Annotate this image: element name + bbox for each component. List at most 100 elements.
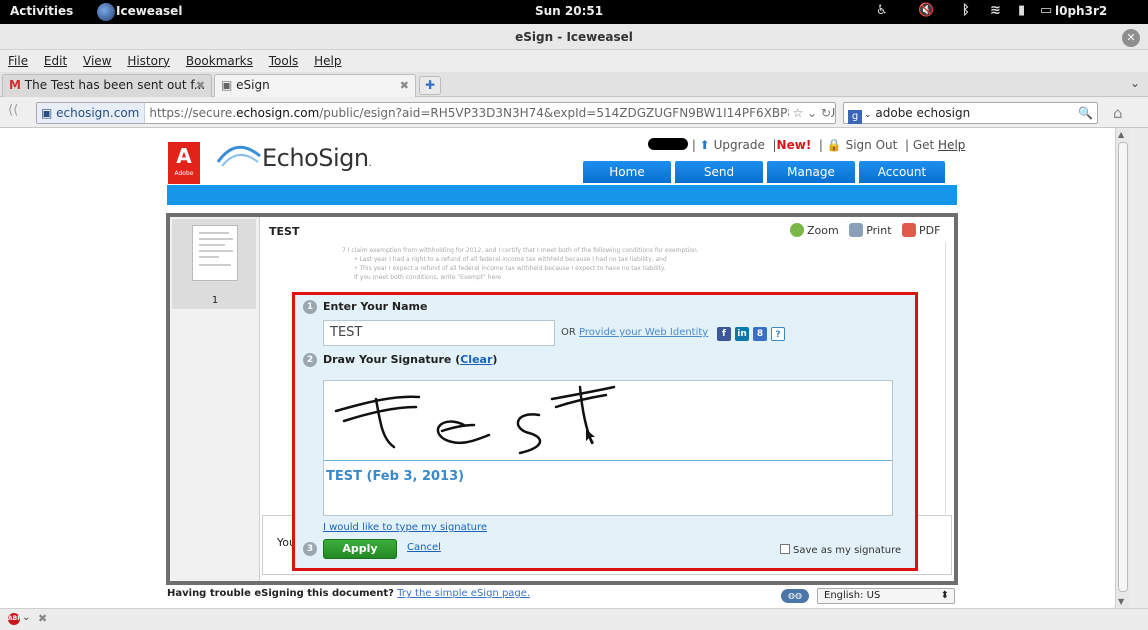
signature-canvas[interactable]: TEST (Feb 3, 2013) xyxy=(323,380,893,516)
search-bar[interactable]: g ⌄ adobe echosign 🔍 xyxy=(843,102,1098,124)
step-2-icon: 2 xyxy=(303,353,317,367)
page-content: A Adobe EchoSign. | ⬆ Upgrade |New! | 🔒 … xyxy=(0,128,1115,608)
menu-edit[interactable]: Edit xyxy=(44,50,67,72)
zoom-icon[interactable] xyxy=(790,223,804,237)
app-menu[interactable]: Iceweasel xyxy=(116,4,182,18)
simple-esign-link[interactable]: Try the simple eSign page. xyxy=(397,588,530,599)
page-scrollbar[interactable]: ▲ ▼ xyxy=(1115,128,1130,608)
web-identity-link[interactable]: Provide your Web Identity xyxy=(579,327,708,338)
accessibility-icon[interactable]: ♿ xyxy=(876,3,888,18)
tab-bar: M The Test has been sent out f... ✖ ▣ eS… xyxy=(0,72,1148,97)
menu-bookmarks[interactable]: Bookmarks xyxy=(186,50,253,72)
activities-button[interactable]: Activities xyxy=(10,4,73,18)
menu-tools[interactable]: Tools xyxy=(269,50,299,72)
lock-icon: 🔒 xyxy=(826,138,842,152)
document-scrollbar[interactable] xyxy=(945,242,955,514)
menu-view[interactable]: View xyxy=(83,50,111,72)
document-text: • This year I expect a refund of all fed… xyxy=(354,265,666,272)
close-addon-bar-icon[interactable]: ✖ xyxy=(38,612,47,625)
search-engine-chevron-icon[interactable]: ⌄ xyxy=(864,110,872,120)
get-help-link[interactable]: Help xyxy=(938,138,965,152)
sign-out-link[interactable]: Sign Out xyxy=(846,138,898,152)
document-title: TEST xyxy=(269,225,300,238)
volume-icon[interactable]: 🔇 xyxy=(918,3,934,18)
page-icon: ▣ xyxy=(221,78,233,92)
help-icon[interactable]: ? xyxy=(771,327,785,341)
language-select[interactable]: English: US ⬍ xyxy=(817,588,955,604)
or-label: OR xyxy=(561,327,576,338)
site-identity-label: echosign.com xyxy=(56,106,140,120)
adobe-logo: A Adobe xyxy=(168,142,200,184)
gmail-icon: M xyxy=(9,78,21,92)
apply-button[interactable]: Apply xyxy=(323,539,397,559)
search-engine-icon[interactable]: g xyxy=(848,110,862,124)
pdf-button[interactable]: PDF xyxy=(919,224,940,237)
globe-icon: ◍◍ xyxy=(781,589,809,603)
facebook-icon[interactable]: f xyxy=(717,327,731,341)
name-input[interactable]: TEST xyxy=(323,320,555,346)
bluetooth-icon[interactable]: ᛒ xyxy=(962,3,970,18)
menu-history[interactable]: History xyxy=(127,50,170,72)
search-icon[interactable]: 🔍 xyxy=(1078,103,1093,123)
print-icon[interactable] xyxy=(849,223,864,237)
nav-account[interactable]: Account xyxy=(859,161,945,183)
home-icon[interactable]: ⌂ xyxy=(1113,104,1123,122)
print-button[interactable]: Print xyxy=(866,224,891,237)
scrollbar-thumb[interactable] xyxy=(1118,142,1128,592)
bookmark-star-icon[interactable]: ☆ ⌄ ↻ xyxy=(788,103,831,123)
menu-help[interactable]: Help xyxy=(314,50,341,72)
menu-file[interactable]: File xyxy=(8,50,28,72)
google-icon[interactable]: 8 xyxy=(753,327,767,341)
redacted-username xyxy=(648,138,688,150)
wifi-icon[interactable]: ≋ xyxy=(990,3,1001,18)
nav-manage[interactable]: Manage xyxy=(767,161,855,183)
user-menu[interactable]: l0ph3r2 xyxy=(1055,4,1107,18)
pdf-icon[interactable] xyxy=(902,223,917,237)
drawn-signature xyxy=(334,385,616,455)
tab-esign[interactable]: ▣ eSign ✖ xyxy=(214,74,416,97)
document-text: If you meet both conditions, write "Exem… xyxy=(354,274,502,281)
url-prefix: https://secure. xyxy=(149,106,237,120)
nav-send[interactable]: Send xyxy=(675,161,763,183)
save-signature-checkbox[interactable] xyxy=(780,544,790,554)
signature-baseline xyxy=(324,460,892,461)
chat-icon[interactable]: ▭ xyxy=(1040,3,1052,18)
linkedin-icon[interactable]: in xyxy=(735,327,749,341)
adblock-chevron-icon[interactable]: ⌄ xyxy=(22,612,30,623)
url-domain: echosign.com xyxy=(236,106,320,120)
window-title: eSign - Iceweasel xyxy=(0,24,1148,50)
scroll-up-icon[interactable]: ▲ xyxy=(1118,130,1124,139)
trouble-text: Having trouble eSigning this document? xyxy=(167,588,394,599)
tab-close-icon[interactable]: ✖ xyxy=(400,75,409,96)
addon-bar: ABP ⌄ ✖ xyxy=(0,608,1148,630)
document-tools: Zoom Print PDF xyxy=(790,223,940,237)
new-tab-button[interactable]: ✚ xyxy=(419,76,441,95)
search-input[interactable]: adobe echosign xyxy=(875,106,970,120)
page-thumbnail[interactable] xyxy=(192,225,238,281)
nav-home[interactable]: Home xyxy=(583,161,671,183)
clock[interactable]: Sun 20:51 xyxy=(535,4,603,18)
zoom-button[interactable]: Zoom xyxy=(807,224,839,237)
upgrade-icon: ⬆ xyxy=(699,138,710,152)
new-badge: New! xyxy=(776,138,812,152)
save-signature-option[interactable]: Save as my signature xyxy=(780,544,901,556)
back-button[interactable]: ⟨⟨ xyxy=(8,103,30,123)
adblock-icon[interactable]: ABP xyxy=(8,613,22,625)
type-signature-link[interactable]: I would like to type my signature xyxy=(323,522,487,533)
tab-gmail[interactable]: M The Test has been sent out f... ✖ xyxy=(2,74,212,97)
clear-link[interactable]: Clear xyxy=(460,353,492,366)
url-bar[interactable]: ▣ echosign.com https://secure.echosign.co… xyxy=(36,102,836,124)
adobe-logo-mark: A xyxy=(176,144,192,168)
page-number: 1 xyxy=(211,295,219,306)
scroll-down-icon[interactable]: ▼ xyxy=(1118,597,1124,606)
url-text: https://secure.echosign.com/public/esign… xyxy=(145,106,835,120)
tab-list-chevron-icon[interactable]: ⌄ xyxy=(1130,76,1140,90)
cancel-link[interactable]: Cancel xyxy=(407,542,441,553)
draw-signature-text: Draw Your Signature xyxy=(323,353,452,366)
site-identity[interactable]: ▣ echosign.com xyxy=(37,103,146,123)
tab-label: The Test has been sent out f... xyxy=(24,78,206,92)
tab-close-icon[interactable]: ✖ xyxy=(196,75,205,96)
battery-icon[interactable]: ▮ xyxy=(1018,3,1025,18)
window-close-button[interactable]: ✕ xyxy=(1122,29,1140,47)
upgrade-link[interactable]: Upgrade xyxy=(714,138,765,152)
